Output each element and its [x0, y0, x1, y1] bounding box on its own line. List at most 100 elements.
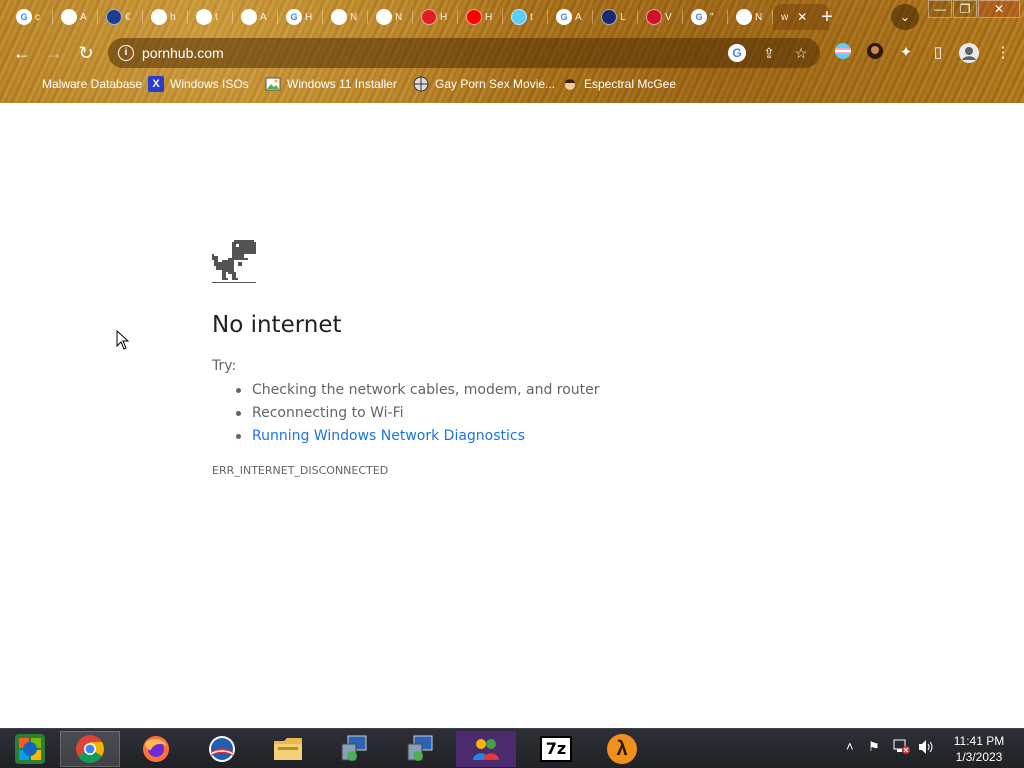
- chrome-globe-icon: [736, 9, 752, 25]
- tab-title: H: [440, 11, 448, 23]
- obama-logo-icon: [209, 736, 235, 762]
- extensions-icon[interactable]: ✦: [895, 42, 917, 64]
- forward-button[interactable]: →: [40, 39, 68, 67]
- bookmark-espectral-mcgee[interactable]: Espectral McGee: [562, 74, 676, 94]
- avatar-extension-icon[interactable]: [864, 42, 886, 64]
- bookmark-star-icon[interactable]: ☆: [792, 44, 810, 62]
- chrome-globe-icon: [376, 9, 392, 25]
- page-title: No internet: [212, 312, 342, 338]
- bookmark-gay-porn-sex-movie[interactable]: Gay Porn Sex Movie...: [413, 74, 555, 94]
- share-icon[interactable]: ⇪: [760, 44, 778, 62]
- side-panel-icon[interactable]: ▯: [927, 42, 949, 64]
- browser-tab[interactable]: N: [368, 4, 406, 30]
- restore-button[interactable]: ❐: [953, 0, 977, 18]
- network-diagnostics-link[interactable]: Running Windows Network Diagnostics: [236, 426, 600, 449]
- tab-title: A: [260, 11, 267, 23]
- taskbar-file-explorer[interactable]: [258, 731, 318, 767]
- taskbar-network-tool-2[interactable]: [390, 731, 450, 767]
- taskbar-network-tool-1[interactable]: [324, 731, 384, 767]
- taskbar-obama-logo[interactable]: [192, 731, 252, 767]
- emblem-icon: [241, 9, 257, 25]
- action-center-flag-icon[interactable]: ⚑: [868, 739, 880, 755]
- bookmark-windows-11-installer[interactable]: Windows 11 Installer: [265, 74, 397, 94]
- browser-toolbar: ← → ↻ i pornhub.com G ⇪ ☆ ✦ ▯ ⋮: [0, 35, 1024, 71]
- browser-tab[interactable]: N: [728, 4, 766, 30]
- tab-title: H: [305, 11, 313, 23]
- x-logo-icon: X: [148, 76, 164, 92]
- messenger-people-icon: [473, 739, 499, 760]
- browser-tab[interactable]: V: [638, 4, 676, 30]
- taskbar-7zip[interactable]: 7z: [526, 731, 586, 767]
- network-computer-icon: [407, 735, 433, 761]
- browser-tab[interactable]: h: [143, 4, 181, 30]
- taskbar-chrome[interactable]: [60, 731, 120, 767]
- system-clock[interactable]: 11:41 PM 1/3/2023: [944, 733, 1014, 765]
- image-icon: [265, 76, 281, 92]
- browser-tab[interactable]: L: [593, 4, 631, 30]
- browser-tab[interactable]: N: [323, 4, 361, 30]
- browser-tab[interactable]: €: [98, 4, 136, 30]
- network-disconnected-icon[interactable]: [893, 739, 911, 758]
- start-button[interactable]: [0, 731, 60, 767]
- browser-tab[interactable]: GA: [548, 4, 586, 30]
- tab-title: t: [530, 11, 533, 23]
- folder-icon: [274, 738, 302, 760]
- red-mark-icon: [421, 9, 437, 25]
- seal-icon: [106, 9, 122, 25]
- browser-menu-icon[interactable]: ⋮: [992, 42, 1014, 64]
- tab-title: N: [395, 11, 403, 23]
- bookmark-label: Windows ISOs: [170, 77, 249, 91]
- site-info-icon[interactable]: i: [118, 45, 134, 61]
- tray-chevron-icon[interactable]: ˄: [846, 739, 854, 754]
- i24-icon: [601, 9, 617, 25]
- google-icon: G: [286, 9, 302, 25]
- bookmark-windows-isos[interactable]: X Windows ISOs: [148, 74, 249, 94]
- tab-title: N: [350, 11, 358, 23]
- tab-title: N: [755, 11, 763, 23]
- close-tab-icon[interactable]: ✕: [797, 10, 807, 24]
- trans-flag-extension-icon[interactable]: [832, 42, 854, 64]
- reload-button[interactable]: ↻: [72, 39, 100, 67]
- firefox-icon: [143, 736, 169, 762]
- taskbar-messenger[interactable]: [456, 731, 516, 767]
- browser-tab[interactable]: H: [413, 4, 451, 30]
- bookmark-label: Gay Porn Sex Movie...: [435, 77, 556, 91]
- clock-date: 1/3/2023: [955, 750, 1003, 764]
- tab-title: V: [665, 11, 672, 23]
- download-icon: [196, 9, 212, 25]
- taskbar-half-life-2[interactable]: λ: [592, 731, 652, 767]
- browser-tab[interactable]: t: [503, 4, 541, 30]
- bookmark-malware-database[interactable]: Malware Database: [20, 74, 142, 94]
- browser-tab[interactable]: t: [188, 4, 226, 30]
- globe-icon: [413, 76, 429, 92]
- google-lens-icon[interactable]: G: [728, 44, 746, 62]
- browser-tab[interactable]: GH: [278, 4, 316, 30]
- browser-tab[interactable]: A: [233, 4, 271, 30]
- dv-icon: [646, 9, 662, 25]
- new-tab-button[interactable]: +: [814, 5, 840, 31]
- google-icon: G: [691, 9, 707, 25]
- half-life-lambda-icon: λ: [607, 734, 637, 764]
- url-text[interactable]: pornhub.com: [142, 45, 224, 61]
- taskbar-firefox[interactable]: [126, 731, 186, 767]
- volume-icon[interactable]: [917, 739, 935, 758]
- tab-title: L: [620, 11, 626, 23]
- offline-dinosaur-icon[interactable]: [212, 240, 256, 289]
- browser-tab[interactable]: G ": [683, 4, 721, 30]
- tab-search-button[interactable]: ⌄: [891, 4, 919, 30]
- taskbar: 7z λ ˄ ⚑ 11:41 PM 1/3/2023: [0, 728, 1024, 768]
- minimize-button[interactable]: —: [928, 0, 952, 18]
- browser-tab[interactable]: H: [458, 4, 496, 30]
- back-button[interactable]: ←: [8, 39, 36, 67]
- chrome-globe-icon: [331, 9, 347, 25]
- profile-icon[interactable]: [958, 42, 980, 64]
- youtube-icon: [466, 9, 482, 25]
- tab-title: ": [710, 11, 714, 23]
- suggestions-list: Checking the network cables, modem, and …: [236, 380, 600, 449]
- close-window-button[interactable]: ✕: [978, 0, 1020, 18]
- browser-tab[interactable]: Gc: [8, 4, 46, 30]
- browser-tab[interactable]: A: [53, 4, 91, 30]
- google-icon: G: [556, 9, 572, 25]
- address-bar[interactable]: i pornhub.com G ⇪ ☆: [108, 38, 820, 68]
- try-label: Try:: [212, 358, 237, 374]
